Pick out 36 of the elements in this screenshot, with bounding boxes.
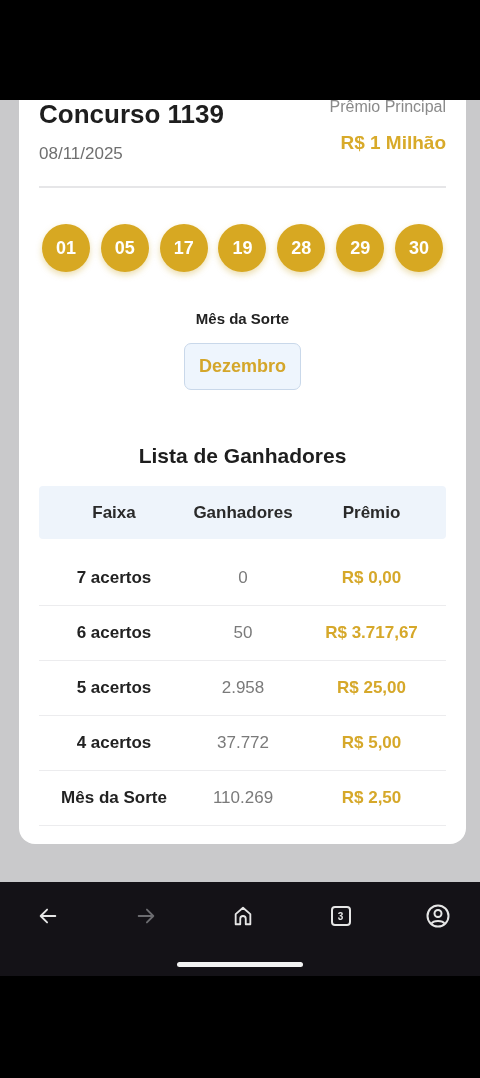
nav-button[interactable]: [426, 904, 450, 928]
prize-label: Prêmio Principal: [329, 100, 446, 116]
table-cell: 5 acertos: [76, 678, 152, 698]
table-cell: R$ 2,50: [341, 788, 402, 808]
number-ball: 17: [159, 224, 208, 272]
draw-title: Concurso 1139: [39, 100, 224, 130]
number-ball: 01: [42, 224, 90, 272]
table-cell: R$ 3.717,67: [325, 623, 418, 643]
table-cell: 6 acertos: [76, 623, 152, 643]
number-ball: 28: [277, 224, 326, 272]
prize-amount: R$ 1 Milhão: [340, 132, 446, 154]
table-cell: R$ 25,00: [337, 678, 406, 698]
table-cell: 110.269: [212, 788, 274, 808]
number-ball: 05: [100, 224, 149, 272]
table-cell: 0: [238, 568, 248, 588]
lucky-month-badge: Dezembro: [184, 343, 301, 390]
tabs-button[interactable]: 3: [328, 904, 353, 928]
lucky-month-label: Mês da Sorte: [195, 310, 290, 327]
account-icon: [426, 904, 450, 928]
column-header: Ganhadores: [193, 502, 293, 523]
column-header: Faixa: [92, 502, 136, 523]
number-ball: 19: [218, 224, 267, 272]
table-cell: R$ 5,00: [341, 733, 402, 753]
draw-date: 08/11/2025: [39, 144, 124, 164]
number-ball: 29: [336, 224, 385, 272]
winners-title: Lista de Ganhadores: [137, 444, 348, 468]
table-cell: 37.772: [217, 733, 269, 753]
column-header: Prêmio: [342, 502, 401, 523]
table-cell: 2.958: [221, 678, 265, 698]
home-icon: [232, 905, 254, 927]
table-cell: 4 acertos: [76, 733, 152, 753]
number-ball: 30: [394, 224, 443, 272]
table-cell: R$ 0,00: [341, 568, 402, 588]
table-cell: 7 acertos: [76, 568, 152, 588]
table-cell: Mês da Sorte: [61, 788, 167, 808]
table-cell: 50: [233, 623, 253, 643]
